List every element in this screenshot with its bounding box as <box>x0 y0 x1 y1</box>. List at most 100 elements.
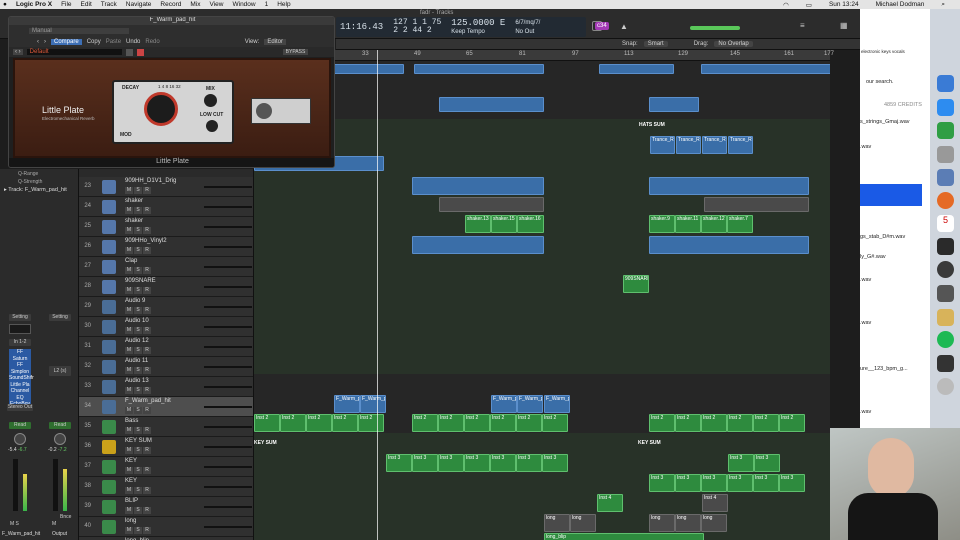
solo-button[interactable]: S <box>134 227 142 234</box>
track-name[interactable]: Clap <box>125 258 137 264</box>
track-header[interactable]: 35 Bass M S R <box>79 417 253 437</box>
volume-fader-right[interactable] <box>53 459 58 511</box>
track-name[interactable]: shaker <box>125 198 143 204</box>
automation-read-button[interactable]: Read <box>9 422 31 429</box>
audio-region[interactable]: shaker.11 <box>675 215 701 233</box>
midi-region[interactable]: Inst 4 <box>702 494 728 512</box>
preview-icon[interactable] <box>937 169 954 186</box>
midi-region[interactable]: Inst 2 <box>701 414 727 432</box>
midi-region[interactable]: Inst 2 <box>649 414 675 432</box>
menu-track[interactable]: Track <box>101 1 117 8</box>
solo-button[interactable]: S <box>134 467 142 474</box>
solo-button[interactable]: S <box>134 427 142 434</box>
menu-mix[interactable]: Mix <box>190 1 200 8</box>
midi-region[interactable]: Inst 2 <box>490 414 516 432</box>
track-type-icon[interactable] <box>102 520 116 534</box>
audio-region[interactable]: long <box>649 514 675 532</box>
low-cut-knob[interactable] <box>206 120 218 132</box>
file-item[interactable]: s_strings_Gmaj.wav <box>860 119 910 125</box>
midi-region[interactable]: Inst 3 <box>675 474 701 492</box>
midi-region[interactable]: Inst 2 <box>542 414 568 432</box>
mute-button[interactable]: M <box>125 287 133 294</box>
track-name[interactable]: BLIP <box>125 498 138 504</box>
record-button[interactable]: R <box>143 427 151 434</box>
volume-fader[interactable] <box>13 459 18 511</box>
track-name[interactable]: 909HH_D1V1_Drig <box>125 178 176 184</box>
solo-button[interactable]: S <box>134 267 142 274</box>
midi-region[interactable]: Inst 2 <box>438 414 464 432</box>
track-volume-slider[interactable] <box>204 486 252 488</box>
midi-region[interactable]: Inst 2 <box>412 414 438 432</box>
track-volume-slider[interactable] <box>204 366 252 368</box>
audio-region[interactable]: shaker.12 <box>701 215 727 233</box>
solo-button[interactable]: S <box>134 327 142 334</box>
track-name[interactable]: F_Warm_pad_hit <box>125 398 171 404</box>
track-name[interactable]: 909HHo_Vinyl2 <box>125 238 167 244</box>
track-volume-slider[interactable] <box>204 426 252 428</box>
disk-utility-icon[interactable] <box>937 146 954 163</box>
track-header[interactable]: 32 Audio 11 M S R <box>79 357 253 377</box>
audio-region[interactable]: F_Warm_pa <box>334 395 360 413</box>
eq-thumbnail[interactable] <box>9 324 31 334</box>
setting-button[interactable]: Setting <box>9 314 31 321</box>
list-editors-icon[interactable]: ≡ <box>800 21 805 30</box>
track-header[interactable]: 29 Audio 9 MSR <box>79 297 253 317</box>
midi-region[interactable]: Inst 3 <box>727 474 753 492</box>
menu-help[interactable]: Help <box>277 1 290 8</box>
track-name[interactable]: Bass <box>125 418 138 424</box>
apple-icon[interactable]: ● <box>3 1 7 8</box>
file-item[interactable]: .wav <box>860 144 871 150</box>
mute-button[interactable]: M <box>125 487 133 494</box>
track-name[interactable]: long <box>125 518 136 524</box>
battery-icon[interactable]: ▭ <box>806 1 812 9</box>
nav-arrows-icon[interactable]: ‹ › <box>13 49 23 55</box>
menu-edit[interactable]: Edit <box>81 1 92 8</box>
decay-knob[interactable] <box>144 92 178 126</box>
audio-region[interactable] <box>439 97 544 112</box>
paste-button[interactable]: Paste <box>106 39 121 45</box>
record-button[interactable]: R <box>143 527 151 534</box>
lcd-display[interactable]: 11:16.43 127 1 1 75 2 2 44 2 125.0000 EK… <box>336 17 586 37</box>
track-volume-slider[interactable] <box>204 266 252 268</box>
track-header[interactable]: 38 KEY M S R <box>79 477 253 497</box>
track-volume-slider[interactable] <box>204 306 252 308</box>
midi-region[interactable]: Inst 2 <box>358 414 384 432</box>
track-name[interactable]: Audio 13 <box>125 378 149 384</box>
solo-button[interactable]: S <box>134 347 142 354</box>
track-header[interactable]: 34 F_Warm_pad_hit M S R <box>79 397 253 417</box>
midi-region[interactable]: Inst 3 <box>542 454 568 472</box>
view-dropdown[interactable]: Editor <box>264 38 286 45</box>
midi-region[interactable]: Inst 3 <box>701 474 727 492</box>
file-item[interactable]: .wav <box>860 320 871 326</box>
midi-region[interactable]: Inst 3 <box>779 474 805 492</box>
audio-region[interactable]: Trance_RID <box>702 136 727 154</box>
midi-region[interactable]: Inst 2 <box>332 414 358 432</box>
bus-slot[interactable]: L2 (s) <box>49 366 71 376</box>
count-badge[interactable]: c34 <box>595 22 609 30</box>
audio-region[interactable] <box>414 64 544 74</box>
solo-button[interactable]: S <box>134 447 142 454</box>
app-icon[interactable] <box>937 238 954 255</box>
record-button[interactable]: R <box>143 227 151 234</box>
snap-dropdown[interactable]: Smart <box>643 41 668 47</box>
user-name[interactable]: Michael Dodman <box>876 1 925 8</box>
mute-button[interactable]: M <box>125 367 133 374</box>
audio-region[interactable] <box>649 97 699 112</box>
preset-mode-dropdown[interactable]: Manual <box>29 27 129 34</box>
next-preset-icon[interactable]: › <box>44 39 46 45</box>
pan-knob-right[interactable] <box>54 433 66 445</box>
track-type-icon[interactable] <box>102 300 116 314</box>
audio-region[interactable]: 909SNARE <box>623 275 649 293</box>
audio-region[interactable]: long <box>675 514 701 532</box>
calendar-icon[interactable]: 5 <box>937 215 954 232</box>
record-button[interactable]: R <box>143 207 151 214</box>
track-type-icon[interactable] <box>102 220 116 234</box>
track-type-icon[interactable] <box>102 200 116 214</box>
record-button[interactable]: R <box>143 247 151 254</box>
mute-button[interactable]: M <box>125 227 133 234</box>
mute-button[interactable]: M <box>125 527 133 534</box>
track-type-icon[interactable] <box>102 480 116 494</box>
track-volume-slider[interactable] <box>204 186 252 188</box>
audio-region[interactable]: shaker.13 <box>465 215 491 233</box>
solo-button[interactable]: S <box>134 307 142 314</box>
